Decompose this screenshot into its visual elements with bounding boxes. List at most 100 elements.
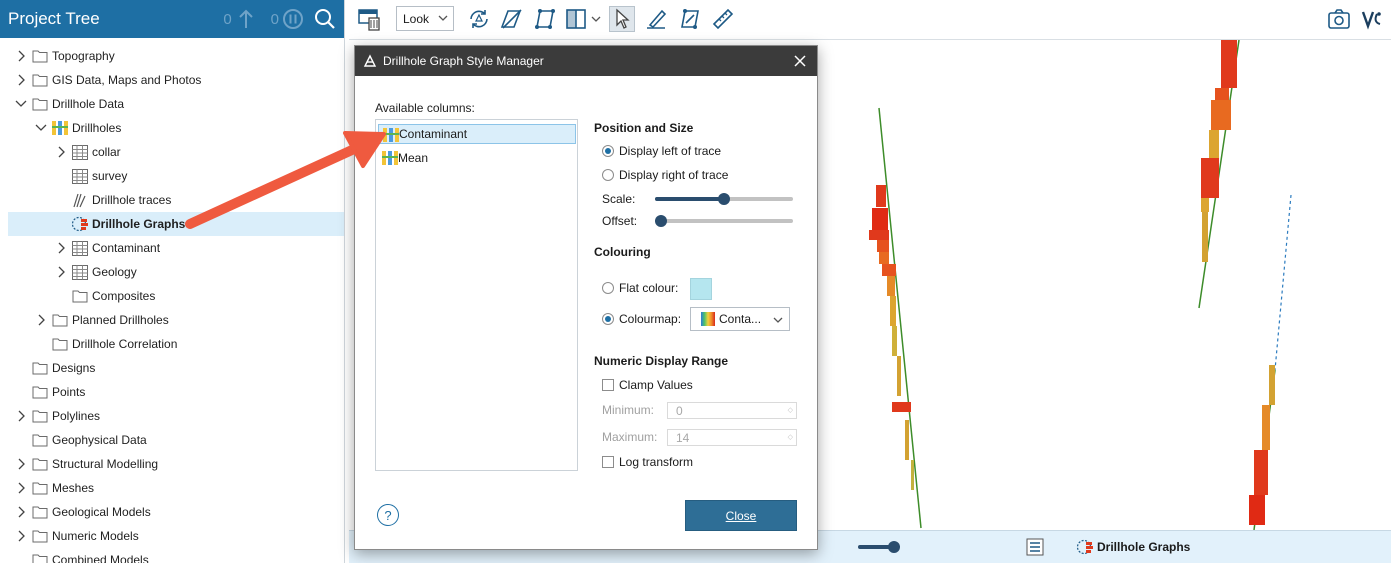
rotate-view-icon[interactable] <box>466 6 492 32</box>
chevron-right-icon[interactable] <box>12 47 30 65</box>
tree-item-polylines[interactable]: Polylines <box>0 404 344 428</box>
drillhole-graph-bars-2 <box>1201 40 1237 262</box>
radio-indicator[interactable] <box>602 145 614 157</box>
move-plane-icon[interactable] <box>532 6 558 32</box>
measure-ruler-icon[interactable] <box>710 6 736 32</box>
tree-item-structural-modelling[interactable]: Structural Modelling <box>0 452 344 476</box>
legend-list-icon[interactable] <box>1026 538 1044 556</box>
flat-colour-radio[interactable]: Flat colour: <box>602 279 678 297</box>
pause-count: 0 <box>270 10 279 28</box>
chevron-right-icon[interactable] <box>12 455 30 473</box>
close-icon[interactable] <box>791 52 809 70</box>
clamp-values-checkbox[interactable]: Clamp Values <box>602 376 693 394</box>
offset-slider-handle[interactable] <box>655 215 667 227</box>
tree-item-drillholes[interactable]: Drillholes <box>0 116 344 140</box>
tree-item-geological-models[interactable]: Geological Models <box>0 500 344 524</box>
position-size-title: Position and Size <box>594 121 694 135</box>
colourmap-radio[interactable]: Colourmap: <box>602 310 681 328</box>
tree-item-drillhole-graphs[interactable]: Drillhole Graphs <box>8 212 344 236</box>
column-item-contaminant[interactable]: Contaminant <box>378 124 576 144</box>
offset-slider[interactable] <box>655 215 793 227</box>
table-icon <box>71 168 89 184</box>
camera-screenshot-icon[interactable] <box>1326 6 1352 32</box>
scale-slider[interactable] <box>655 193 793 205</box>
colouring-title: Colouring <box>594 245 651 259</box>
column-item-label: Contaminant <box>399 127 468 141</box>
close-button[interactable]: Close <box>685 500 797 531</box>
maximum-input[interactable]: 14 ◇ <box>667 429 797 446</box>
edit-points-icon[interactable] <box>677 6 703 32</box>
tree-item-meshes[interactable]: Meshes <box>0 476 344 500</box>
tree-item-contaminant[interactable]: Contaminant <box>0 236 344 260</box>
colourmap-dropdown[interactable]: Conta... <box>690 307 790 331</box>
tree-item-label: Geophysical Data <box>52 433 147 447</box>
spinner-icon: ◇ <box>787 434 793 441</box>
search-icon[interactable] <box>314 8 336 30</box>
chevron-right-icon[interactable] <box>52 263 70 281</box>
radio-indicator[interactable] <box>602 313 614 325</box>
display-left-radio[interactable]: Display left of trace <box>602 142 721 160</box>
display-right-radio[interactable]: Display right of trace <box>602 166 728 184</box>
chevron-right-icon[interactable] <box>12 71 30 89</box>
chevron-right-icon[interactable] <box>52 143 70 161</box>
look-dropdown[interactable]: Look <box>396 6 454 31</box>
minimum-input[interactable]: 0 ◇ <box>667 402 797 419</box>
drillhole-graphs-status-icon <box>1076 539 1093 555</box>
help-button[interactable]: ? <box>377 504 399 526</box>
radio-indicator[interactable] <box>602 282 614 294</box>
colourmap-label: Colourmap: <box>619 312 682 326</box>
tree-item-planned-drillholes[interactable]: Planned Drillholes <box>0 308 344 332</box>
zoom-slider-icon[interactable] <box>856 539 906 555</box>
clear-scene-icon[interactable] <box>357 6 383 32</box>
tree-item-composites[interactable]: Composites <box>0 284 344 308</box>
tree-item-drillhole-traces[interactable]: Drillhole traces <box>0 188 344 212</box>
table-icon <box>71 144 89 160</box>
tree-item-collar[interactable]: collar <box>0 140 344 164</box>
tree-item-geophysical-data[interactable]: Geophysical Data <box>0 428 344 452</box>
log-transform-checkbox[interactable]: Log transform <box>602 453 693 471</box>
tree-item-topography[interactable]: Topography <box>0 44 344 68</box>
select-pointer-icon[interactable] <box>609 6 635 32</box>
tree-item-drillhole-correlation[interactable]: Drillhole Correlation <box>0 332 344 356</box>
tree-item-geology[interactable]: Geology <box>0 260 344 284</box>
chevron-down-icon[interactable] <box>32 119 50 137</box>
tree-item-combined-models[interactable]: Combined Models <box>0 548 344 563</box>
chevron-right-icon[interactable] <box>12 479 30 497</box>
tree-item-label: Drillhole Graphs <box>92 217 186 231</box>
flat-colour-swatch[interactable] <box>690 278 712 300</box>
tree-item-label: Composites <box>92 289 156 303</box>
tree-item-label: Planned Drillholes <box>72 313 169 327</box>
section-view-dropdown-icon[interactable] <box>589 6 603 32</box>
chevron-right-icon[interactable] <box>12 527 30 545</box>
viewer-logo-icon[interactable] <box>1359 6 1385 32</box>
pause-icon[interactable] <box>282 8 304 30</box>
checkbox-box[interactable] <box>602 456 614 468</box>
column-item-mean[interactable]: Mean <box>378 148 576 168</box>
tree-item-drillhole-data[interactable]: Drillhole Data <box>0 92 344 116</box>
tree-item-numeric-models[interactable]: Numeric Models <box>0 524 344 548</box>
chevron-right-icon[interactable] <box>12 503 30 521</box>
tree-item-designs[interactable]: Designs <box>0 356 344 380</box>
tree-item-survey[interactable]: survey <box>0 164 344 188</box>
chevron-right-icon[interactable] <box>12 407 30 425</box>
slice-plane-icon[interactable] <box>499 6 525 32</box>
radio-indicator[interactable] <box>602 169 614 181</box>
tree-item-gis-data-maps-and-photos[interactable]: GIS Data, Maps and Photos <box>0 68 344 92</box>
checkbox-box[interactable] <box>602 379 614 391</box>
scale-slider-handle[interactable] <box>718 193 730 205</box>
draw-plane-icon[interactable] <box>643 6 669 32</box>
drillhole-graph-bars-3 <box>1249 365 1275 525</box>
upload-arrow-icon[interactable] <box>235 8 257 30</box>
tree-item-label: survey <box>92 169 128 183</box>
folder-icon <box>31 432 49 448</box>
tree-item-points[interactable]: Points <box>0 380 344 404</box>
chevron-right-icon[interactable] <box>52 239 70 257</box>
dialog-title-bar: Drillhole Graph Style Manager <box>355 46 817 76</box>
chevron-down-icon[interactable] <box>12 95 30 113</box>
chevron-right-icon[interactable] <box>32 311 50 329</box>
tree-item-label: Contaminant <box>92 241 161 255</box>
numeric-range-title: Numeric Display Range <box>594 354 729 368</box>
section-view-icon[interactable] <box>563 6 589 32</box>
